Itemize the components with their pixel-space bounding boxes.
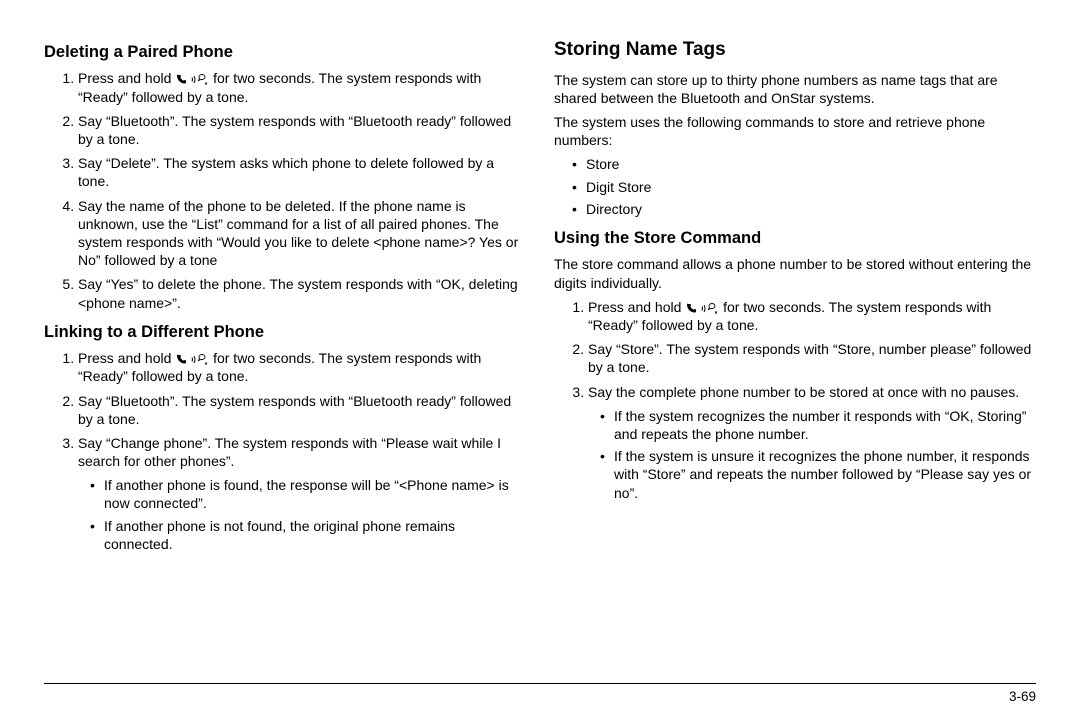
phone-icon (685, 302, 697, 315)
list-item: Digit Store (574, 178, 1036, 196)
list-item: Say the complete phone number to be stor… (588, 383, 1036, 502)
heading-linking-different: Linking to a Different Phone (44, 322, 526, 343)
list-delete-steps: Press and hold for two seconds. The syst… (44, 69, 526, 311)
list-item: Say “Bluetooth”. The system responds wit… (78, 112, 526, 148)
list-item: Press and hold for two seconds. The syst… (588, 298, 1036, 334)
list-link-sub: If another phone is found, the response … (78, 476, 526, 553)
list-item: Directory (574, 200, 1036, 218)
list-item: Press and hold for two seconds. The syst… (78, 349, 526, 385)
left-column: Deleting a Paired Phone Press and hold f… (44, 32, 526, 561)
list-item: If another phone is found, the response … (92, 476, 526, 512)
paragraph: The store command allows a phone number … (554, 255, 1036, 291)
right-column: Storing Name Tags The system can store u… (554, 32, 1036, 561)
list-link-steps: Press and hold for two seconds. The syst… (44, 349, 526, 553)
phone-icon (175, 73, 187, 86)
footer-rule (44, 683, 1036, 684)
list-item: Store (574, 155, 1036, 173)
list-item: Press and hold for two seconds. The syst… (78, 69, 526, 105)
voice-icon (701, 302, 719, 315)
list-using-sub: If the system recognizes the number it r… (588, 407, 1036, 502)
voice-icon (191, 353, 209, 366)
list-item: Say “Bluetooth”. The system responds wit… (78, 392, 526, 428)
list-item: If the system recognizes the number it r… (602, 407, 1036, 443)
paragraph: The system can store up to thirty phone … (554, 71, 1036, 107)
list-item: If the system is unsure it recognizes th… (602, 447, 1036, 502)
heading-deleting-paired: Deleting a Paired Phone (44, 42, 526, 63)
list-item: Say “Store”. The system responds with “S… (588, 340, 1036, 376)
heading-using-store: Using the Store Command (554, 228, 1036, 249)
paragraph: The system uses the following commands t… (554, 113, 1036, 149)
list-item: Say the name of the phone to be deleted.… (78, 197, 526, 270)
page-number: 3-69 (1009, 688, 1036, 706)
list-storing-cmds: Store Digit Store Directory (554, 155, 1036, 218)
list-item: Say “Change phone”. The system responds … (78, 434, 526, 553)
phone-icon (175, 353, 187, 366)
voice-icon (191, 73, 209, 86)
list-item: If another phone is not found, the origi… (92, 517, 526, 553)
heading-storing-name-tags: Storing Name Tags (554, 38, 1036, 63)
list-item: Say “Yes” to delete the phone. The syste… (78, 275, 526, 311)
list-item: Say “Delete”. The system asks which phon… (78, 154, 526, 190)
list-using-steps: Press and hold for two seconds. The syst… (554, 298, 1036, 502)
